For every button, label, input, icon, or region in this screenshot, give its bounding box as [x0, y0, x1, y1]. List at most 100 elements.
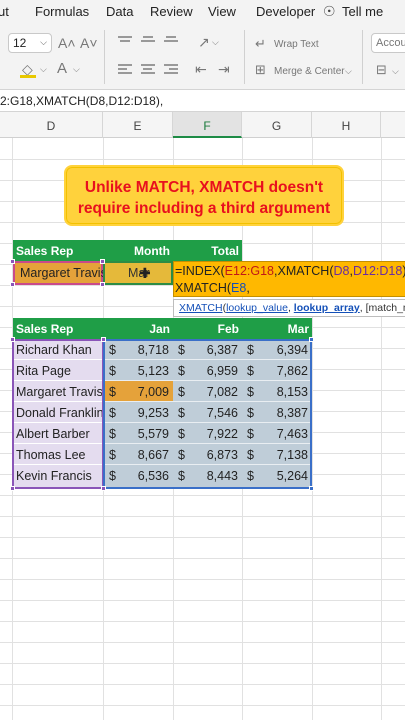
function-tooltip[interactable]: XMATCH(lookup_value, lookup_array, [matc… [173, 299, 405, 317]
formula-token: =INDEX( [175, 264, 225, 278]
callout-banner: Unlike MATCH, XMATCH doesn't require inc… [64, 165, 344, 226]
increase-font-icon[interactable]: A˄ [58, 36, 76, 50]
chevron-down-icon: ⌵ [40, 64, 47, 74]
font-size-value: 12 [13, 36, 27, 50]
wrap-text-button[interactable]: Wrap Text [274, 39, 319, 50]
align-left-icon[interactable] [118, 64, 132, 76]
ribbon: ut Formulas Data Review View Developer ☉… [0, 0, 405, 90]
menu-tab-developer[interactable]: Developer [256, 4, 315, 19]
column-header-i[interactable] [381, 112, 405, 138]
gridline [0, 705, 405, 706]
tooltip-arg-lookup-array[interactable]: lookup_array [294, 302, 360, 314]
range-handle[interactable] [101, 337, 106, 342]
menu-tab-formulas[interactable]: Formulas [35, 4, 89, 19]
formula-ref-range: E12:G18 [224, 264, 275, 278]
column-header-g[interactable]: G [242, 112, 312, 138]
range-handle[interactable] [100, 259, 105, 264]
gridline [381, 138, 382, 720]
lookup-array-range-highlight [12, 339, 104, 489]
gridline [0, 537, 405, 538]
lightbulb-icon: ☉ [323, 3, 336, 19]
gridline [0, 621, 405, 622]
callout-line-1: Unlike MATCH, XMATCH doesn't [84, 179, 324, 196]
number-format-select[interactable]: Accou [371, 33, 405, 53]
column-header-row: D E F G H [0, 112, 405, 138]
formula-edit-cell[interactable]: =INDEX(E12:G18,XMATCH(D8,D12:D18), XMATC… [173, 261, 405, 297]
fill-color-icon[interactable]: ◇ [22, 62, 33, 76]
gridline [0, 516, 405, 517]
formula-bar-text: 2:G18,XMATCH(D8,D12:D18), [0, 94, 164, 108]
chevron-down-icon: ⌵ [212, 37, 219, 47]
gridline [0, 642, 405, 643]
merge-icon: ⊞ [255, 62, 266, 77]
increase-indent-icon[interactable]: ⇥ [218, 62, 230, 76]
column-header-f[interactable]: F [173, 112, 242, 138]
menu-tab-view[interactable]: View [208, 4, 236, 19]
formula-token: , [246, 281, 250, 295]
merge-center-button[interactable]: Merge & Center [274, 66, 345, 77]
formula-bar[interactable]: 2:G18,XMATCH(D8,D12:D18), [0, 90, 405, 112]
align-middle-icon[interactable] [141, 36, 155, 48]
column-header-d[interactable]: D [0, 112, 103, 138]
fill-color-swatch [20, 75, 36, 78]
range-handle[interactable] [309, 337, 314, 342]
formula-token: ,XMATCH( [274, 264, 334, 278]
tooltip-rest: , [match_mo [359, 302, 405, 314]
font-size-select[interactable]: 12 ⌵ [8, 33, 52, 53]
orientation-icon[interactable]: ↗ [198, 35, 210, 49]
lookup-header-total: Total [173, 240, 242, 261]
align-top-icon[interactable] [118, 36, 132, 48]
wrap-text-icon: ↵ [255, 36, 266, 51]
range-handle[interactable] [10, 486, 15, 491]
currency-format-icon[interactable]: ⊟ [376, 63, 387, 76]
cell-cursor-icon: ✚ [139, 265, 151, 281]
tooltip-arg-lookup-value[interactable]: lookup_value [226, 302, 288, 314]
range-handle[interactable] [309, 486, 314, 491]
ribbon-separator [362, 30, 363, 84]
align-right-icon[interactable] [164, 64, 178, 76]
menu-tab-review[interactable]: Review [150, 4, 193, 19]
menu-tab-layout[interactable]: ut [0, 4, 9, 19]
align-center-icon[interactable] [141, 64, 155, 76]
column-header-e[interactable]: E [103, 112, 173, 138]
lookup-month-cell[interactable]: Mar [103, 261, 173, 285]
tooltip-function-name[interactable]: XMATCH [179, 302, 223, 314]
formula-ref-cell: D8 [333, 264, 350, 278]
formula-ref-range: D12:D18 [352, 264, 403, 278]
gridline [0, 558, 405, 559]
chevron-down-icon: ⌵ [392, 66, 399, 76]
chevron-down-icon: ⌵ [40, 37, 47, 47]
chevron-down-icon: ⌵ [73, 64, 80, 74]
range-handle[interactable] [10, 259, 15, 264]
menu-tab-data[interactable]: Data [106, 4, 133, 19]
table-header-feb: Feb [173, 318, 242, 339]
number-format-value: Accou [376, 37, 405, 49]
tell-me-search[interactable]: Tell me [342, 4, 383, 19]
range-handle[interactable] [101, 486, 106, 491]
range-handle[interactable] [10, 337, 15, 342]
formula-ref-cell: E8 [231, 281, 247, 295]
callout-line-2: require including a third argument [77, 200, 331, 217]
decrease-font-icon[interactable]: A˅ [80, 36, 98, 50]
table-header-sales-rep: Sales Rep [13, 318, 103, 339]
gridline [0, 600, 405, 601]
lookup-sales-rep-cell[interactable]: Margaret Travis [13, 261, 107, 285]
gridline [0, 663, 405, 664]
range-handle[interactable] [10, 282, 15, 287]
decrease-indent-icon[interactable]: ⇤ [195, 62, 207, 76]
table-header-jan: Jan [103, 318, 173, 339]
range-handle[interactable] [100, 282, 105, 287]
return-array-range-highlight [103, 339, 312, 489]
font-color-icon[interactable]: A [57, 61, 67, 76]
table-header-mar: Mar [242, 318, 312, 339]
ribbon-separator [244, 30, 245, 84]
column-header-h[interactable]: H [312, 112, 381, 138]
worksheet-grid[interactable]: D E F G H Unlike MATCH, XMATCH doesn't r… [0, 112, 405, 720]
align-bottom-icon[interactable] [164, 36, 178, 48]
gridline [0, 579, 405, 580]
lookup-header-month: Month [103, 240, 173, 261]
ribbon-separator [104, 30, 105, 84]
gridline [0, 684, 405, 685]
gridline [0, 495, 405, 496]
lookup-header-sales-rep: Sales Rep [13, 240, 103, 261]
